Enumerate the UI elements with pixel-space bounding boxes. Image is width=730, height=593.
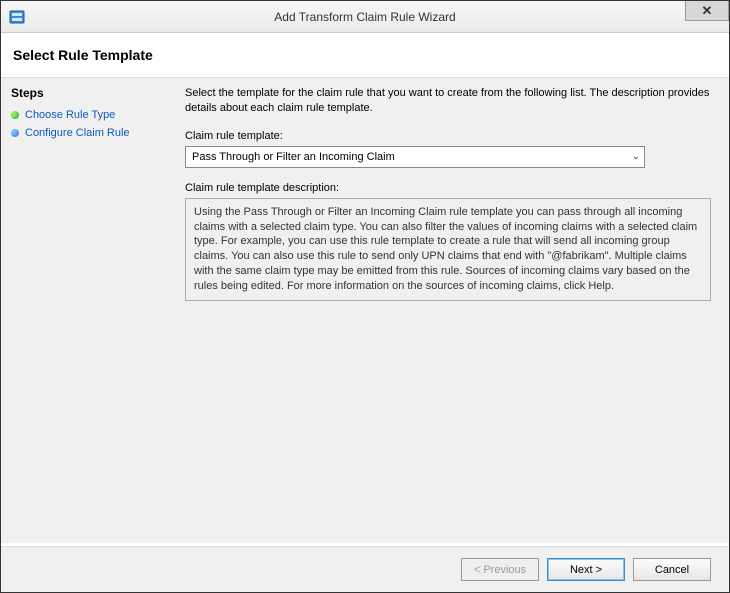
close-button[interactable]: ✕: [685, 1, 729, 21]
step-configure-claim-rule[interactable]: Configure Claim Rule: [11, 124, 165, 142]
wizard-body: Steps Choose Rule Type Configure Claim R…: [1, 78, 729, 543]
chevron-down-icon: ⌄: [632, 151, 640, 162]
bullet-upcoming-icon: [11, 129, 19, 137]
previous-button: < Previous: [461, 558, 539, 581]
claim-rule-template-select[interactable]: Pass Through or Filter an Incoming Claim…: [185, 146, 645, 168]
titlebar: Add Transform Claim Rule Wizard ✕: [1, 1, 729, 33]
template-label: Claim rule template:: [185, 130, 711, 142]
description-label: Claim rule template description:: [185, 182, 711, 194]
steps-sidebar: Steps Choose Rule Type Configure Claim R…: [1, 78, 175, 543]
steps-heading: Steps: [11, 86, 165, 100]
window-title: Add Transform Claim Rule Wizard: [1, 10, 729, 24]
close-icon: ✕: [702, 3, 713, 19]
cancel-button[interactable]: Cancel: [633, 558, 711, 581]
page-header: Select Rule Template: [1, 33, 729, 78]
template-selected-value: Pass Through or Filter an Incoming Claim: [192, 151, 395, 163]
step-label: Configure Claim Rule: [25, 127, 130, 139]
template-description: Using the Pass Through or Filter an Inco…: [185, 198, 711, 301]
next-button[interactable]: Next >: [547, 558, 625, 581]
bullet-current-icon: [11, 111, 19, 119]
step-label: Choose Rule Type: [25, 109, 115, 121]
wizard-footer: < Previous Next > Cancel: [1, 546, 729, 592]
page-title: Select Rule Template: [13, 47, 719, 63]
main-content: Select the template for the claim rule t…: [175, 78, 729, 543]
step-choose-rule-type[interactable]: Choose Rule Type: [11, 106, 165, 124]
intro-text: Select the template for the claim rule t…: [185, 86, 711, 116]
